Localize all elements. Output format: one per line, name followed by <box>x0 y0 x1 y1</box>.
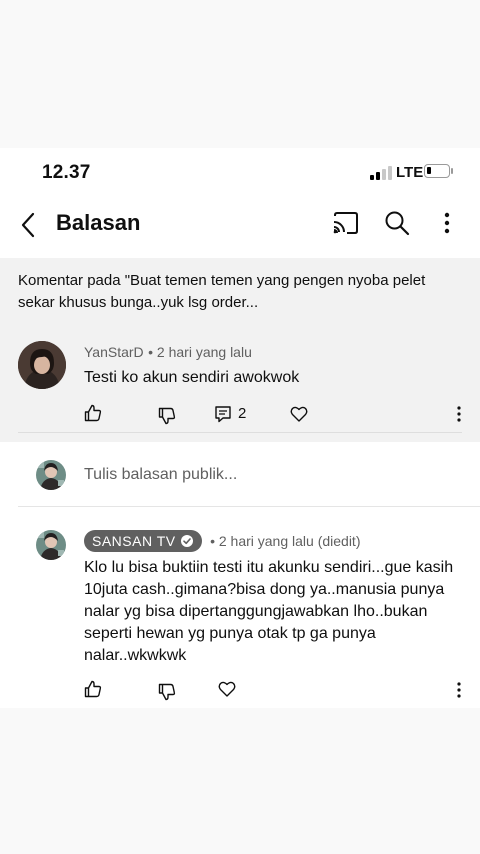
more-vert-icon <box>444 212 450 234</box>
search-icon <box>385 211 410 236</box>
more-vert-icon <box>457 682 461 698</box>
reply-input[interactable]: Tulis balasan publik... <box>84 466 237 484</box>
like-button[interactable] <box>82 402 104 424</box>
cast-button[interactable] <box>330 208 360 238</box>
reply-text: Klo lu bisa buktiin testi itu akunku sen… <box>84 559 454 664</box>
dislike-button[interactable] <box>156 681 178 703</box>
channel-badge[interactable]: SANSAN TV <box>84 530 202 552</box>
comment-text: Testi ko akun sendiri awokwok <box>84 369 300 386</box>
avatar[interactable] <box>36 530 66 560</box>
thumb-down-icon <box>158 407 176 425</box>
reply-meta: SANSAN TV • 2 hari yang lalu (diedit) <box>84 530 361 552</box>
heart-button[interactable] <box>216 678 238 700</box>
network-type: LTE <box>396 164 424 181</box>
user-avatar <box>36 460 66 490</box>
comment-icon <box>215 406 231 423</box>
status-time: 12.37 <box>42 162 91 183</box>
reply-time: • 2 hari yang lalu (diedit) <box>210 533 361 549</box>
comment-more-button[interactable] <box>448 403 470 425</box>
battery-tip <box>451 168 453 174</box>
comment-meta: YanStarD • 2 hari yang lalu <box>84 344 252 362</box>
like-button[interactable] <box>82 678 104 700</box>
back-button[interactable] <box>14 210 44 240</box>
comment-time: • 2 hari yang lalu <box>148 344 252 360</box>
signal-icon <box>370 166 392 180</box>
thumb-down-icon <box>158 683 176 701</box>
letterbox-top <box>0 0 480 148</box>
app-header: Balasan <box>0 196 480 256</box>
more-options-button[interactable] <box>432 208 462 238</box>
replies-button[interactable] <box>212 403 234 425</box>
more-vert-icon <box>457 406 461 422</box>
replies-screen: 12.37 LTE Balasan Komentar pada "Buat te… <box>0 148 480 708</box>
thumb-up-icon <box>84 404 102 422</box>
check-circle-icon <box>180 535 193 547</box>
battery-icon <box>424 164 450 178</box>
video-context-text[interactable]: Komentar pada "Buat temen temen yang pen… <box>18 270 458 314</box>
heart-icon <box>218 681 236 697</box>
thumb-up-icon <box>84 680 102 698</box>
reply-author: SANSAN TV <box>92 533 176 549</box>
status-bar: 12.37 LTE <box>0 148 480 196</box>
search-button[interactable] <box>382 208 412 238</box>
dislike-button[interactable] <box>156 405 178 427</box>
divider <box>18 432 462 433</box>
reply-more-button[interactable] <box>448 679 470 701</box>
avatar[interactable] <box>18 341 66 389</box>
heart-button[interactable] <box>288 403 310 425</box>
page-title: Balasan <box>56 210 141 235</box>
letterbox-bottom <box>0 708 480 854</box>
chevron-left-icon <box>21 212 35 238</box>
divider <box>18 506 480 507</box>
reply-count: 2 <box>238 405 247 422</box>
heart-icon <box>290 406 308 422</box>
comment-author[interactable]: YanStarD <box>84 344 144 360</box>
cast-icon <box>333 212 358 234</box>
